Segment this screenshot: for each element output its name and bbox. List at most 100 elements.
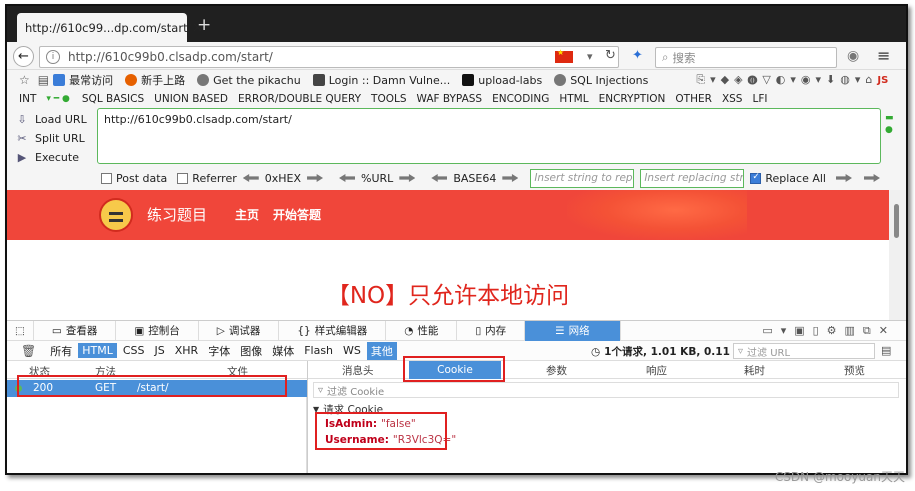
js-icon[interactable]: JS bbox=[877, 75, 888, 86]
scrollbar-thumb[interactable] bbox=[894, 204, 899, 238]
arrow-right-icon[interactable] bbox=[835, 174, 852, 182]
devtools-window-icons[interactable]: ▭▾▣▯⚙▥⧉✕ bbox=[762, 324, 896, 338]
toolbar-extension-icons[interactable]: ⎘▾◆◈⓿▽◐▾◉▾⬇◍▾⌂ bbox=[696, 73, 877, 87]
toggle-sidebar-icon[interactable]: ▤ bbox=[881, 344, 891, 357]
hackbar-menu-item[interactable]: HTML bbox=[559, 93, 588, 105]
hackbar-menu-item[interactable]: XSS bbox=[722, 93, 743, 105]
csdn-watermark: CSDN @mooyuan天天 bbox=[774, 470, 905, 484]
pin-icon[interactable]: ✦ bbox=[632, 48, 643, 63]
replacing-string-input[interactable]: Insert replacing string bbox=[640, 168, 745, 188]
bookmark-item[interactable]: Get the pikachu bbox=[197, 74, 301, 87]
hackbar-menu-item[interactable]: UNION BASED bbox=[154, 93, 228, 105]
filter-css[interactable]: CSS bbox=[119, 343, 149, 358]
bookmark-item[interactable]: upload-labs bbox=[462, 74, 542, 87]
filter-fonts[interactable]: 字体 bbox=[204, 342, 234, 360]
tab-inspector[interactable]: ▭ 查看器 bbox=[34, 320, 117, 341]
site-title: 练习题目 bbox=[147, 206, 208, 224]
hex-button[interactable]: 0xHEX bbox=[265, 172, 301, 185]
library-icon[interactable]: ▤ bbox=[38, 73, 49, 87]
url-bar[interactable]: i http://610c99b0.clsadp.com/start/ bbox=[39, 46, 619, 68]
addon-icon[interactable]: ◉ bbox=[847, 48, 859, 64]
load-icon: ⇩ bbox=[17, 112, 27, 126]
browser-tab[interactable]: http://610c99...dp.com/start/ × bbox=[17, 13, 203, 42]
search-placeholder: 搜索 bbox=[672, 50, 696, 65]
info-icon[interactable]: i bbox=[46, 50, 60, 64]
nav-home-link[interactable]: 主页 bbox=[235, 206, 259, 223]
url-filter-input[interactable]: ▿ 过滤 URL bbox=[733, 343, 875, 359]
search-input[interactable]: ⌕ 搜索 bbox=[655, 47, 837, 68]
filter-all[interactable]: 所有 bbox=[46, 342, 76, 360]
bookmark-item[interactable]: 新手上路 bbox=[125, 72, 185, 88]
tab-performance[interactable]: ◔ 性能 bbox=[386, 320, 458, 341]
tab-params[interactable]: 参数 bbox=[546, 363, 567, 378]
arrow-right-icon[interactable] bbox=[502, 174, 519, 182]
reload-icon[interactable]: ↻ bbox=[605, 48, 616, 63]
tab-style-editor[interactable]: {} 样式编辑器 bbox=[279, 320, 387, 341]
filter-flash[interactable]: Flash bbox=[300, 343, 337, 358]
hackbar-menu-int[interactable]: INT bbox=[19, 93, 36, 105]
nav-start-link[interactable]: 开始答题 bbox=[273, 206, 321, 223]
hackbar-menu-item[interactable]: TOOLS bbox=[371, 93, 406, 105]
hackbar-menu-item[interactable]: ENCODING bbox=[492, 93, 549, 105]
cookie-filter-input[interactable]: ▿ 过滤 Cookie bbox=[313, 382, 899, 398]
split-icon: ✂ bbox=[17, 131, 27, 145]
tab-network[interactable]: ☰ 网络 bbox=[525, 320, 621, 341]
china-flag-icon bbox=[555, 48, 573, 63]
urlencode-button[interactable]: %URL bbox=[361, 172, 393, 185]
new-tab-button[interactable]: + bbox=[197, 15, 211, 35]
tab-debugger[interactable]: ▷ 调试器 bbox=[199, 320, 280, 341]
filter-xhr[interactable]: XHR bbox=[171, 343, 202, 358]
tab-headers[interactable]: 消息头 bbox=[342, 363, 374, 378]
arrow-left-icon[interactable] bbox=[431, 174, 448, 182]
filter-html[interactable]: HTML bbox=[78, 343, 117, 358]
split-url-button[interactable]: ✂ Split URL bbox=[15, 129, 95, 148]
menu-icon[interactable]: ≡ bbox=[877, 46, 890, 65]
tab-response[interactable]: 响应 bbox=[646, 363, 667, 378]
devtools-pick-icon[interactable]: ⬚ bbox=[7, 320, 34, 341]
hackbar-menu-item[interactable]: ERROR/DOUBLE QUERY bbox=[238, 93, 361, 105]
hackbar-menu-item[interactable]: LFI bbox=[752, 93, 767, 105]
hackbar-side-icons[interactable]: ▬ ● bbox=[885, 112, 894, 136]
trash-icon[interactable]: 🗑 bbox=[21, 344, 36, 358]
post-data-label: Post data bbox=[116, 171, 168, 185]
bookmark-item[interactable]: SQL Injections bbox=[554, 74, 648, 87]
arrow-left-icon[interactable] bbox=[242, 174, 259, 182]
execute-button[interactable]: ▶ Execute bbox=[15, 148, 95, 167]
base64-button[interactable]: BASE64 bbox=[453, 172, 496, 185]
dropdown-icon[interactable]: ▾ bbox=[587, 50, 593, 63]
back-button[interactable]: ← bbox=[13, 46, 34, 67]
insert-string-input[interactable]: Insert string to replace bbox=[530, 168, 635, 188]
referrer-checkbox[interactable] bbox=[177, 172, 189, 184]
tab-preview[interactable]: 预览 bbox=[844, 363, 865, 378]
hackbar-menu-item[interactable]: SQL BASICS bbox=[82, 93, 144, 105]
access-denied-message: 【NO】只允许本地访问 bbox=[326, 283, 570, 309]
replace-all-checkbox[interactable] bbox=[750, 172, 762, 184]
arrow-right-icon[interactable] bbox=[399, 174, 416, 182]
hackbar-menu-item[interactable]: OTHER bbox=[675, 93, 712, 105]
hackbar-menu-item[interactable]: ENCRYPTION bbox=[599, 93, 666, 105]
timer-icon: ◷ bbox=[591, 345, 601, 358]
filter-images[interactable]: 图像 bbox=[236, 342, 266, 360]
page-scrollbar[interactable] bbox=[889, 190, 906, 320]
bookmarks-bar: ☆ ▤ 最常访问 新手上路 Get the pikachu Login :: D… bbox=[7, 70, 906, 90]
load-url-button[interactable]: ⇩ Load URL bbox=[15, 110, 95, 129]
arrow-right-icon[interactable] bbox=[307, 174, 324, 182]
debugger-icon: ▷ bbox=[216, 324, 225, 337]
filter-media[interactable]: 媒体 bbox=[268, 342, 298, 360]
hackbar-menu-item[interactable]: WAF BYPASS bbox=[417, 93, 483, 105]
filter-other[interactable]: 其他 bbox=[366, 341, 397, 360]
back-arrow-icon: ← bbox=[18, 49, 29, 64]
hackbar-url-textarea[interactable]: http://610c99b0.clsadp.com/start/ bbox=[97, 108, 881, 164]
arrow-right-icon[interactable] bbox=[863, 174, 880, 182]
console-icon: ▣ bbox=[134, 324, 145, 337]
filter-js[interactable]: JS bbox=[151, 343, 169, 358]
bookmark-item[interactable]: Login :: Damn Vulne... bbox=[312, 74, 450, 87]
star-icon[interactable]: ☆ bbox=[19, 73, 30, 87]
tab-memory[interactable]: ▯ 内存 bbox=[457, 320, 526, 341]
filter-ws[interactable]: WS bbox=[339, 343, 365, 358]
tab-console[interactable]: ▣ 控制台 bbox=[116, 320, 199, 341]
bookmark-item[interactable]: 最常访问 bbox=[53, 72, 113, 88]
post-data-checkbox[interactable] bbox=[101, 172, 112, 184]
tab-timings[interactable]: 耗时 bbox=[744, 363, 765, 378]
arrow-left-icon[interactable] bbox=[339, 174, 356, 182]
